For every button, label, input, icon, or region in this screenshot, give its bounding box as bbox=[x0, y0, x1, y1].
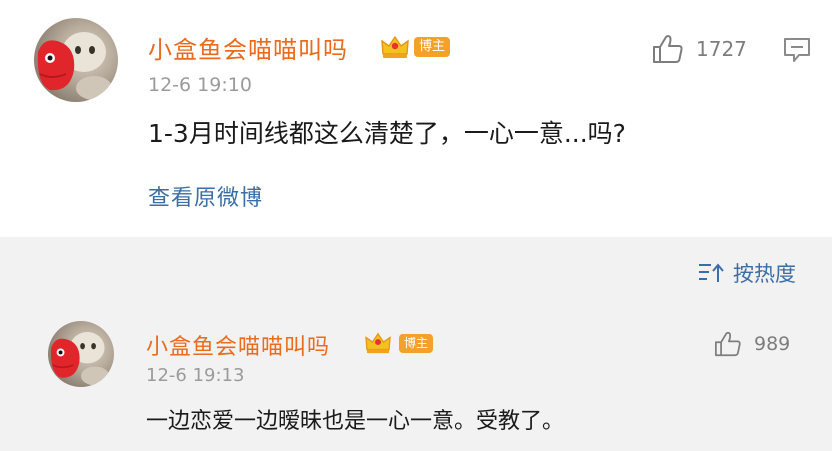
like-button[interactable]: 1727 bbox=[652, 34, 747, 64]
like-count: 989 bbox=[754, 333, 791, 355]
cat-avatar-image bbox=[50, 332, 110, 386]
username[interactable]: 小盒鱼会喵喵叫吗 bbox=[146, 329, 330, 361]
blogger-badge: 博主 bbox=[414, 37, 450, 57]
blogger-badge: 博主 bbox=[399, 334, 433, 353]
comment-text: 1-3月时间线都这么清楚了，一心一意...吗? bbox=[148, 119, 626, 148]
sort-label: 按热度 bbox=[733, 262, 796, 286]
crown-icon bbox=[365, 332, 391, 354]
timestamp: 12-6 19:13 bbox=[146, 365, 245, 386]
avatar[interactable] bbox=[34, 18, 118, 102]
cat-avatar-image bbox=[37, 32, 112, 100]
comment-menu-icon[interactable] bbox=[782, 36, 812, 64]
avatar[interactable] bbox=[48, 321, 114, 387]
sort-by-hot-button[interactable]: 按热度 bbox=[697, 258, 796, 288]
thumbs-up-icon bbox=[653, 35, 683, 63]
crown-icon bbox=[381, 35, 409, 58]
timestamp: 12-6 19:10 bbox=[148, 74, 252, 96]
reply-text: 一边恋爱一边暧昧也是一心一意。受教了。 bbox=[146, 409, 565, 434]
like-button[interactable]: 989 bbox=[714, 331, 790, 357]
sort-icon bbox=[699, 263, 724, 282]
username[interactable]: 小盒鱼会喵喵叫吗 bbox=[148, 30, 348, 65]
like-count: 1727 bbox=[696, 37, 747, 61]
thumbs-up-icon bbox=[715, 331, 741, 357]
replies-section: 按热度 小盒鱼会喵喵叫吗 博主 12-6 19:13 一边恋爱一边暧昧也是一心一… bbox=[0, 237, 832, 451]
main-comment: 小盒鱼会喵喵叫吗 博主 12-6 19:10 1-3月时间线都这么清楚了，一心一… bbox=[0, 0, 832, 237]
view-original-link[interactable]: 查看原微博 bbox=[148, 180, 263, 212]
